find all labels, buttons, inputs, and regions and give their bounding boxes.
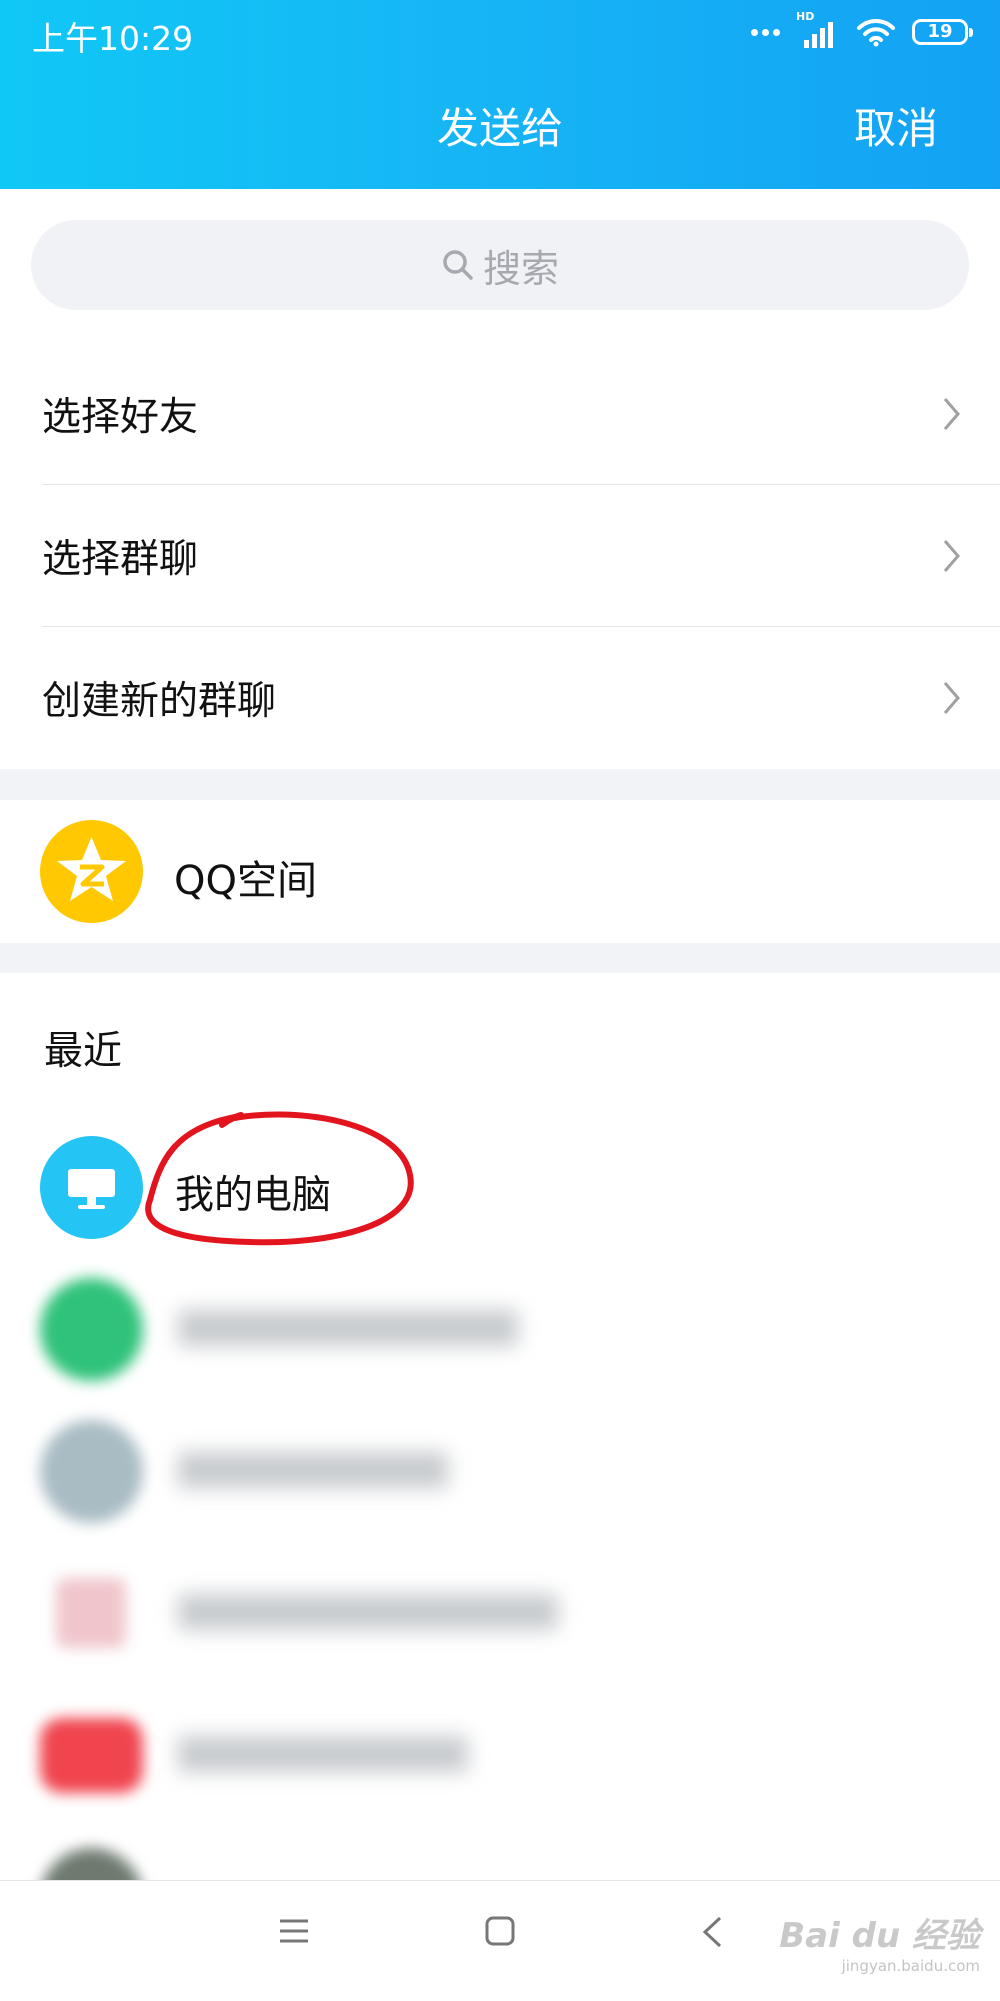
search-icon bbox=[443, 250, 473, 280]
section-gap bbox=[0, 943, 1000, 973]
monitor-icon bbox=[40, 1136, 143, 1239]
section-gap bbox=[0, 769, 1000, 800]
create-group-row[interactable]: 创建新的群聊 bbox=[0, 627, 1000, 769]
select-group-row[interactable]: 选择群聊 bbox=[0, 485, 1000, 627]
contact-row[interactable] bbox=[0, 1258, 1000, 1400]
select-group-label: 选择群聊 bbox=[42, 537, 199, 582]
select-friends-label: 选择好友 bbox=[42, 395, 199, 440]
contact-row[interactable] bbox=[0, 1400, 1000, 1542]
avatar bbox=[40, 1718, 143, 1793]
page-title: 发送给 bbox=[436, 104, 563, 153]
qzone-row[interactable]: QQ空间 bbox=[0, 800, 1000, 943]
cancel-button[interactable]: 取消 bbox=[854, 95, 938, 156]
wifi-icon bbox=[857, 18, 895, 47]
contact-row[interactable] bbox=[0, 1684, 1000, 1826]
create-group-label: 创建新的群聊 bbox=[42, 679, 277, 724]
signal-icon: HD bbox=[796, 10, 840, 48]
chevron-right-icon bbox=[943, 540, 960, 572]
more-dots-icon bbox=[751, 28, 780, 36]
contact-row[interactable] bbox=[0, 1826, 1000, 1880]
baidu-watermark: Bai du 经验 jingyan.baidu.com bbox=[779, 1908, 980, 1975]
contact-name: 我的电脑 bbox=[175, 1173, 332, 1218]
menu-icon[interactable] bbox=[278, 1915, 310, 1947]
search-placeholder: 搜索 bbox=[482, 246, 559, 291]
status-time: 上午10:29 bbox=[32, 19, 194, 58]
watermark-text: Bai du 经验 bbox=[779, 1916, 980, 1956]
avatar bbox=[56, 1578, 126, 1648]
recent-section-title: 最近 bbox=[44, 1029, 123, 1074]
chevron-right-icon bbox=[943, 682, 960, 714]
status-icons: HD 19 bbox=[751, 10, 973, 50]
watermark-url: jingyan.baidu.com bbox=[841, 1957, 980, 1975]
back-icon[interactable] bbox=[700, 1915, 724, 1949]
avatar bbox=[40, 1420, 143, 1523]
qzone-label: QQ空间 bbox=[174, 858, 317, 904]
avatar bbox=[40, 1848, 143, 1880]
select-friends-row[interactable]: 选择好友 bbox=[0, 343, 1000, 485]
contact-my-computer[interactable]: 我的电脑 bbox=[0, 1116, 1000, 1258]
home-icon[interactable] bbox=[484, 1915, 516, 1947]
contact-row[interactable] bbox=[0, 1542, 1000, 1684]
header-bar: 上午10:29 HD 19 发送给 取消 bbox=[0, 0, 1000, 189]
avatar bbox=[40, 1278, 143, 1381]
chevron-right-icon bbox=[943, 398, 960, 430]
battery-level: 19 bbox=[927, 21, 953, 42]
qzone-star-icon bbox=[40, 820, 143, 923]
search-input[interactable]: 搜索 bbox=[31, 220, 969, 310]
battery-icon: 19 bbox=[912, 19, 973, 45]
